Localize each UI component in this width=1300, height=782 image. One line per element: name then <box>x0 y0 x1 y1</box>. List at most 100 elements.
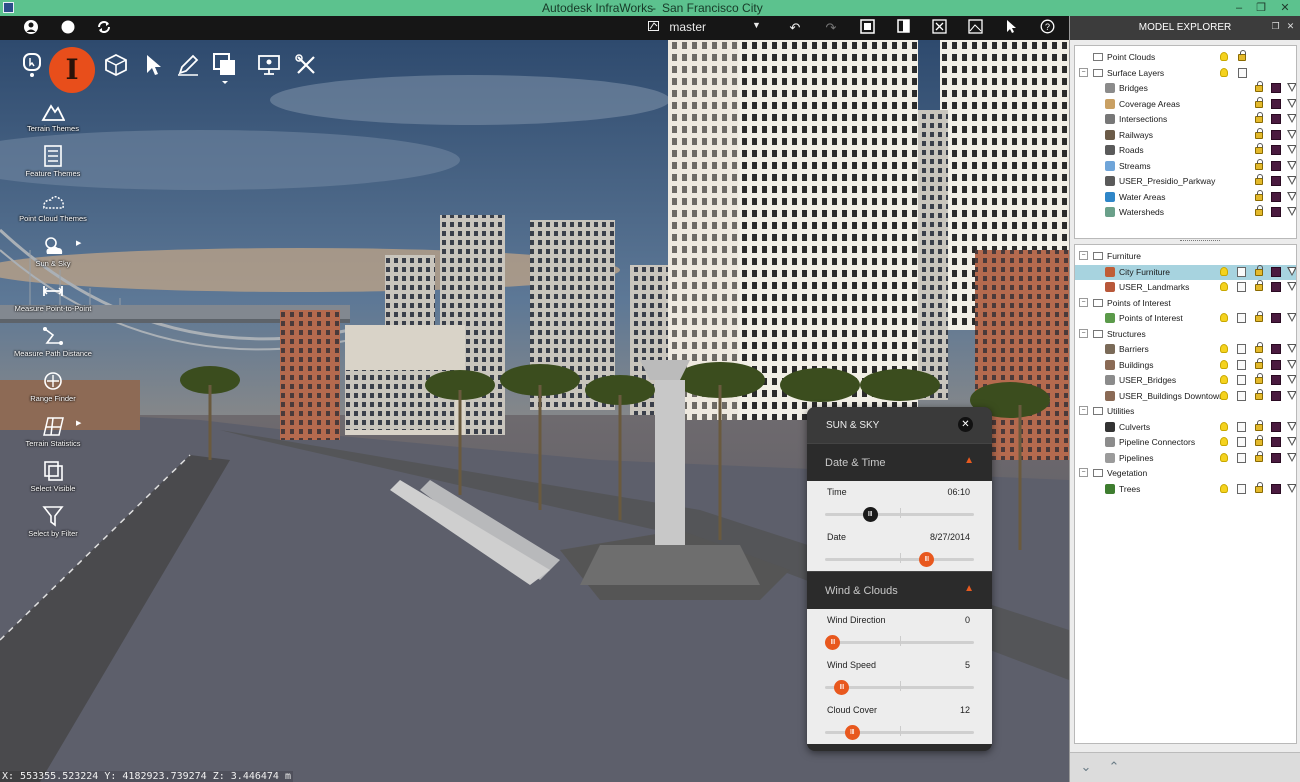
tree-expander-icon[interactable]: − <box>1079 67 1088 77</box>
tree-item[interactable]: Coverage Areas <box>1075 96 1296 112</box>
style-book-icon[interactable] <box>1237 390 1246 401</box>
lock-icon[interactable] <box>1255 373 1263 384</box>
tree-item[interactable]: Pipeline Connectors <box>1075 435 1296 450</box>
color-swatch-icon[interactable] <box>1271 114 1281 124</box>
expand-all-icon[interactable]: ⌄ <box>1078 759 1094 775</box>
lock-icon[interactable] <box>1255 435 1263 446</box>
tree-item[interactable]: Intersections <box>1075 112 1296 127</box>
lock-icon[interactable] <box>1255 96 1263 108</box>
tool-sun-sky[interactable]: Sun & Sky ▶ <box>6 235 100 268</box>
undo-icon[interactable]: ↶ <box>786 19 804 37</box>
chevron-up-icon[interactable]: ▲ <box>964 583 974 594</box>
proposal-selector[interactable]: master ▼ <box>648 20 761 34</box>
style-book-icon[interactable] <box>1237 282 1246 292</box>
visibility-bulb-icon[interactable] <box>1220 282 1228 291</box>
filter-icon[interactable] <box>1287 160 1296 170</box>
cloud-cover-slider-thumb[interactable]: Ⅲ <box>844 725 860 740</box>
wind-direction-slider-thumb[interactable]: Ⅲ <box>825 635 841 650</box>
tree-item[interactable]: Barriers <box>1075 342 1296 357</box>
tool-measure-path-distance[interactable]: Measure Path Distance <box>6 325 100 358</box>
filter-icon[interactable] <box>1287 207 1296 216</box>
color-swatch-icon[interactable] <box>1271 344 1281 354</box>
visibility-bulb-icon[interactable] <box>1220 421 1228 431</box>
expand-arrow-icon[interactable]: ▶ <box>76 239 81 247</box>
home-settings-icon[interactable] <box>18 52 46 80</box>
visibility-bulb-icon[interactable] <box>1220 344 1228 353</box>
select-pointer-icon[interactable] <box>139 53 167 81</box>
visibility-bulb-icon[interactable] <box>1220 67 1228 77</box>
tree-item[interactable]: Streams <box>1075 158 1296 174</box>
settings-tools-icon[interactable] <box>292 53 320 81</box>
filter-icon[interactable] <box>1287 83 1296 92</box>
filter-icon[interactable] <box>1287 176 1296 185</box>
tree-item[interactable]: Railways <box>1075 127 1296 143</box>
tree-item[interactable]: − Structures <box>1075 327 1296 342</box>
lock-icon[interactable] <box>1255 158 1263 170</box>
color-swatch-icon[interactable] <box>1271 83 1281 93</box>
tree-item[interactable]: Bridges <box>1075 81 1296 96</box>
app-icon[interactable] <box>3 2 14 13</box>
filter-icon[interactable] <box>1287 421 1296 431</box>
fit-view-icon[interactable] <box>930 19 948 37</box>
tree-item[interactable]: USER_Landmarks <box>1075 280 1296 295</box>
wind-speed-slider-thumb[interactable]: Ⅲ <box>834 680 850 695</box>
tool-range-finder[interactable]: Range Finder <box>6 370 100 403</box>
expand-arrow-icon[interactable]: ▶ <box>76 419 81 427</box>
user-icon[interactable] <box>22 19 40 37</box>
close-panel-icon[interactable]: ✕ <box>1285 21 1296 32</box>
style-book-icon[interactable] <box>1237 313 1246 323</box>
style-book-icon[interactable] <box>1237 483 1246 494</box>
close-window-icon[interactable]: ✕ <box>1274 0 1296 16</box>
style-book-icon[interactable] <box>1237 344 1246 354</box>
tool-point-cloud-themes[interactable]: Point Cloud Themes <box>6 190 100 223</box>
lock-icon[interactable] <box>1255 143 1263 154</box>
lock-icon[interactable] <box>1255 450 1263 462</box>
tool-measure-point-to-point[interactable]: Measure Point-to-Point <box>6 280 100 313</box>
style-book-icon[interactable] <box>1237 359 1246 370</box>
color-swatch-icon[interactable] <box>1271 145 1281 155</box>
time-slider-thumb[interactable]: Ⅲ <box>862 507 878 522</box>
lock-icon[interactable] <box>1255 205 1263 216</box>
filter-icon[interactable] <box>1287 114 1296 123</box>
color-swatch-icon[interactable] <box>1271 207 1281 217</box>
image-icon[interactable] <box>966 19 984 37</box>
sync-icon[interactable] <box>95 19 113 37</box>
tree-expander-icon[interactable]: − <box>1079 251 1088 260</box>
lock-icon[interactable] <box>1255 81 1263 92</box>
tree-item[interactable]: Point Clouds <box>1075 50 1296 65</box>
redo-icon[interactable]: ↷ <box>822 19 840 37</box>
filter-icon[interactable] <box>1287 344 1296 353</box>
tree-item[interactable]: Buildings <box>1075 357 1296 373</box>
lock-icon[interactable] <box>1255 357 1263 369</box>
minimize-icon[interactable]: – <box>1228 0 1250 16</box>
restore-icon[interactable]: ❐ <box>1250 0 1272 16</box>
date-time-section[interactable]: Date & Time ▲ <box>807 443 992 481</box>
style-book-icon[interactable] <box>1237 375 1246 385</box>
tree-expander-icon[interactable]: − <box>1079 406 1088 415</box>
color-swatch-icon[interactable] <box>1271 191 1281 202</box>
lock-icon[interactable] <box>1255 481 1263 493</box>
filter-icon[interactable] <box>1287 375 1296 384</box>
visibility-bulb-icon[interactable] <box>1220 452 1228 462</box>
filter-icon[interactable] <box>1287 359 1296 369</box>
panel-icon[interactable] <box>894 19 912 37</box>
style-book-icon[interactable] <box>1237 266 1246 277</box>
visibility-bulb-icon[interactable] <box>1220 483 1228 493</box>
collapse-all-icon[interactable]: ⌃ <box>1106 759 1122 775</box>
tree-item[interactable]: USER_Presidio_Parkway <box>1075 174 1296 189</box>
visibility-bulb-icon[interactable] <box>1220 313 1228 322</box>
tree-item[interactable]: Points of Interest <box>1075 311 1296 326</box>
tool-feature-themes[interactable]: Feature Themes <box>6 145 100 178</box>
3d-viewport[interactable]: I Terrain Themes Feature Themes Point Cl… <box>0 40 1069 782</box>
style-book-icon[interactable] <box>1238 67 1247 78</box>
tree-item[interactable]: − Utilities <box>1075 404 1296 419</box>
windows-icon[interactable] <box>858 19 876 37</box>
tree-item[interactable]: − Furniture <box>1075 249 1296 264</box>
filter-icon[interactable] <box>1287 313 1296 322</box>
lock-icon[interactable] <box>1255 311 1263 322</box>
color-swatch-icon[interactable] <box>1271 176 1281 186</box>
lock-icon[interactable] <box>1255 280 1263 291</box>
present-icon[interactable] <box>255 53 283 81</box>
tree-item[interactable]: Trees <box>1075 481 1296 497</box>
tree-item[interactable]: Water Areas <box>1075 189 1296 205</box>
